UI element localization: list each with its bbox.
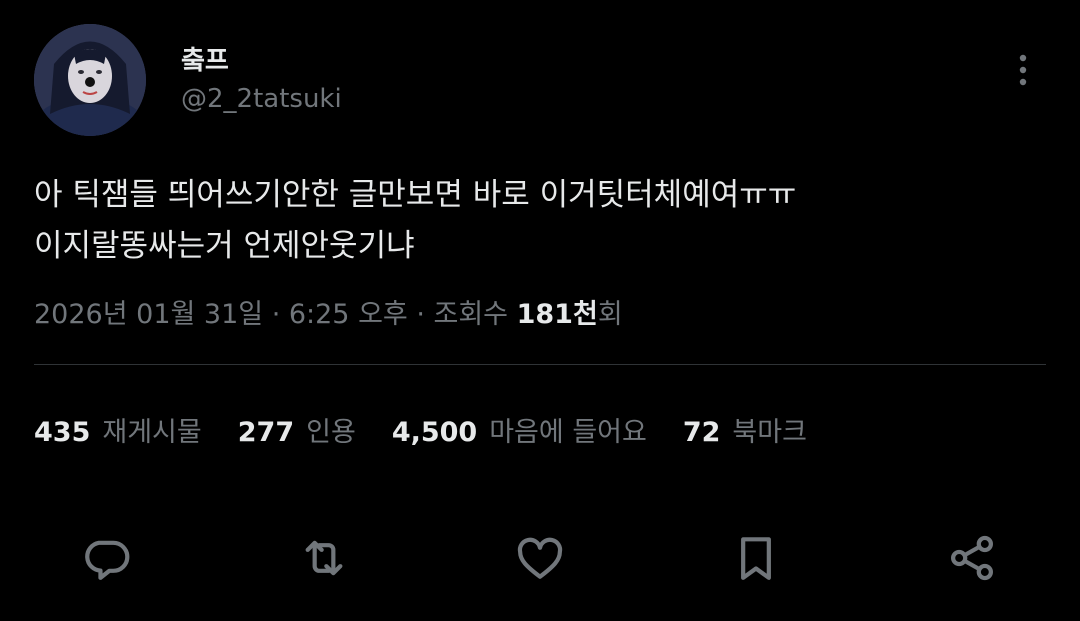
quotes-stat[interactable]: 277 인용 (238, 410, 356, 449)
quotes-count: 277 (237, 417, 295, 448)
bookmarks-stat[interactable]: 72 북마크 (683, 410, 807, 449)
reply-button[interactable] (77, 528, 137, 588)
bookmark-icon (741, 537, 771, 580)
tweet-meta: 2026년 01월 31일 · 6:25 오후 · 조회수 181천회 (34, 292, 623, 331)
heart-icon (517, 537, 563, 579)
quotes-label: 인용 (306, 417, 356, 448)
engagement-stats: 435 재게시물 277 인용 4,500 마음에 들어요 72 북마크 (34, 410, 843, 449)
repost-icon (305, 540, 343, 576)
display-name[interactable]: 춬프 (181, 40, 229, 77)
like-button[interactable] (510, 528, 570, 588)
views-count: 181천 (516, 299, 598, 330)
tweet-text: 아 틱잼들 띄어쓰기안한 글만보면 바로 이거팃터체예여ㅠㅠ 이지랄똥싸는거 언… (34, 170, 1044, 272)
avatar-image (34, 24, 146, 136)
reposts-label: 재게시물 (102, 417, 202, 448)
reply-icon (85, 540, 130, 580)
reposts-count: 435 (34, 417, 91, 448)
likes-stat[interactable]: 4,500 마음에 들어요 (392, 410, 647, 449)
share-icon (951, 535, 993, 581)
views-suffix: 회 (597, 299, 623, 330)
bookmark-button[interactable] (726, 528, 786, 588)
tweet-line: 이지랄똥싸는거 언제안웃기냐 (34, 228, 415, 264)
repost-button[interactable] (294, 528, 354, 588)
user-handle[interactable]: @2_2tatsuki (181, 84, 342, 114)
reposts-stat[interactable]: 435 재게시물 (34, 410, 202, 449)
divider (34, 364, 1046, 365)
likes-label: 마음에 들어요 (489, 417, 647, 448)
likes-count: 4,500 (391, 417, 478, 448)
timestamp[interactable]: 2026년 01월 31일 · 6:25 오후 · 조회수 (34, 299, 517, 330)
tweet-line: 아 틱잼들 띄어쓰기안한 글만보면 바로 이거팃터체예여ㅠㅠ (34, 177, 797, 213)
share-button[interactable] (942, 528, 1002, 588)
more-vertical-icon[interactable] (1008, 52, 1038, 88)
bookmarks-label: 북마크 (732, 417, 807, 448)
avatar[interactable] (34, 24, 146, 136)
bookmarks-count: 72 (682, 417, 721, 448)
